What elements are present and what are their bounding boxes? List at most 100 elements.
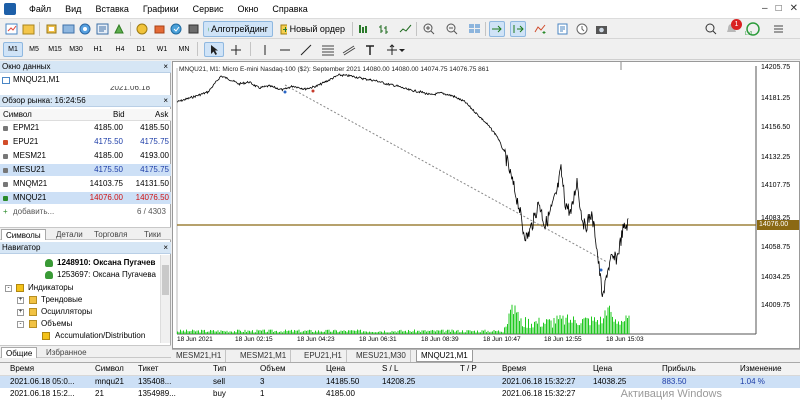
navigator-scrollbar[interactable] [160,255,170,343]
column-volume[interactable]: Объем [260,363,286,375]
templates-icon[interactable] [554,21,570,37]
vertical-line-icon[interactable] [255,42,275,57]
new-chart-icon[interactable] [3,21,19,37]
navigator-indicators[interactable]: - Индикаторы [0,282,171,294]
chart-tab-mesm21-h1[interactable]: MESM21,H1 [172,350,227,362]
navigator-oscillators[interactable]: + Осцилляторы [0,306,171,318]
close-icon[interactable]: ✕ [790,3,798,14]
restore-icon[interactable]: □ [776,3,782,14]
menu-insert[interactable]: Вставка [88,0,135,19]
vps-icon[interactable] [185,21,201,37]
market-watch-row[interactable]: MNQM21 14103.75 14131.50 [0,178,171,190]
strategy-tester-icon[interactable] [111,21,127,37]
market-watch-row[interactable]: MESU21 4175.50 4175.75 [0,164,171,176]
new-order-button[interactable]: Новый ордер [276,21,349,37]
add-symbol-link[interactable]: добавить... [13,206,54,218]
algo-trading-button[interactable]: Алготрейдинг [203,21,273,37]
bar-chart-icon[interactable] [376,21,392,37]
trend-line-icon[interactable] [296,42,316,57]
tab-ticks[interactable]: Тики [140,229,165,240]
search-icon[interactable] [703,21,719,37]
profiles-icon[interactable] [20,21,36,37]
collapse-icon[interactable]: - [5,285,12,292]
fibonacci-icon[interactable] [318,42,338,57]
timeframe-w1[interactable]: W1 [152,42,172,57]
expand-icon[interactable]: + [17,297,24,304]
column-close-price[interactable]: Цена [593,363,612,375]
navigator-account-1[interactable]: 1248910: Оксана Пугачев [0,257,171,269]
close-icon[interactable]: × [163,61,168,73]
column-type[interactable]: Тип [213,363,226,375]
data-window-icon[interactable] [60,21,76,37]
market-icon[interactable] [151,21,167,37]
collapse-icon[interactable]: - [17,321,24,328]
timeframe-h4[interactable]: H4 [110,42,130,57]
menu-charts[interactable]: Графики [136,0,186,19]
chart-canvas[interactable] [173,62,799,348]
close-icon[interactable]: × [163,242,168,254]
close-icon[interactable]: × [163,95,168,107]
crosshair-icon[interactable] [226,42,246,57]
signals-icon[interactable] [168,21,184,37]
price-chart[interactable]: MNQU21, M1: Micro E-mini Nasdaq-100 ($2)… [172,61,800,349]
zoom-out-icon[interactable] [444,21,460,37]
chart-tab-mnqu21-m1[interactable]: MNQU21,M1 [416,350,473,362]
timeframe-m30[interactable]: M30 [66,42,86,57]
menu-service[interactable]: Сервис [186,0,231,19]
text-tool-icon[interactable] [360,42,380,57]
tab-symbols[interactable]: Символы [1,229,46,240]
minimize-icon[interactable]: – [762,3,768,14]
chart-shift-icon[interactable] [510,21,526,37]
menu-more-icon[interactable] [770,21,786,37]
menu-help[interactable]: Справка [265,0,314,19]
column-symbol[interactable]: Символ [95,363,124,375]
screenshot-icon[interactable] [593,21,609,37]
column-price[interactable]: Цена [326,363,345,375]
column-change[interactable]: Изменение [740,363,782,375]
terminal-icon[interactable] [94,21,110,37]
shapes-dropdown-icon[interactable] [397,42,407,57]
column-bid[interactable]: Bid [113,109,125,121]
column-sl[interactable]: S / L [382,363,398,375]
navigator-accumulation[interactable]: Accumulation/Distribution [0,330,171,342]
column-ticket[interactable]: Тикет [138,363,158,375]
tile-windows-icon[interactable] [466,21,482,37]
market-watch-row[interactable]: MNQU21 14076.00 14076.50 [0,192,171,204]
tab-common[interactable]: Общие [1,347,38,358]
chart-tab-mesu21-m30[interactable]: MESU21,M30 [352,350,411,362]
tab-trading[interactable]: Торговля [90,229,131,240]
timeframe-d1[interactable]: D1 [131,42,151,57]
line-chart-icon[interactable] [397,21,413,37]
market-watch-row[interactable]: MESM21 4185.00 4193.00 [0,150,171,162]
navigator-icon[interactable] [77,21,93,37]
indicators-icon[interactable] [532,21,548,37]
timeframe-h1[interactable]: H1 [88,42,108,57]
expand-icon[interactable]: + [17,309,24,316]
equidistant-channel-icon[interactable] [339,42,359,57]
column-close-time[interactable]: Время [502,363,526,375]
timeframe-m15[interactable]: M15 [45,42,65,57]
timeframe-mn[interactable]: MN [174,42,194,57]
column-profit[interactable]: Прибыль [662,363,696,375]
tab-favorites[interactable]: Избранное [42,347,91,358]
timeframe-m1[interactable]: M1 [3,42,23,57]
cursor-icon[interactable] [204,42,224,57]
menu-file[interactable]: Файл [22,0,58,19]
metaeditor-icon[interactable] [134,21,150,37]
market-watch-row[interactable]: EPU21 4175.50 4175.75 [0,136,171,148]
column-time[interactable]: Время [10,363,34,375]
market-watch-icon[interactable] [43,21,59,37]
column-tp[interactable]: T / P [460,363,477,375]
navigator-volumes[interactable]: - Объемы [0,318,171,330]
auto-scroll-icon[interactable] [489,21,505,37]
menu-view[interactable]: Вид [58,0,88,19]
zoom-in-icon[interactable] [421,21,437,37]
column-symbol[interactable]: Символ [3,109,32,121]
menu-window[interactable]: Окно [231,0,266,19]
notifications-icon[interactable]: 1 [723,19,742,37]
level-badge[interactable]: LVL [745,21,760,37]
horizontal-line-icon[interactable] [275,42,295,57]
tab-details[interactable]: Детали [52,229,87,240]
chart-tab-mesm21-m1[interactable]: MESM21,M1 [236,350,292,362]
timeframe-m5[interactable]: M5 [24,42,44,57]
